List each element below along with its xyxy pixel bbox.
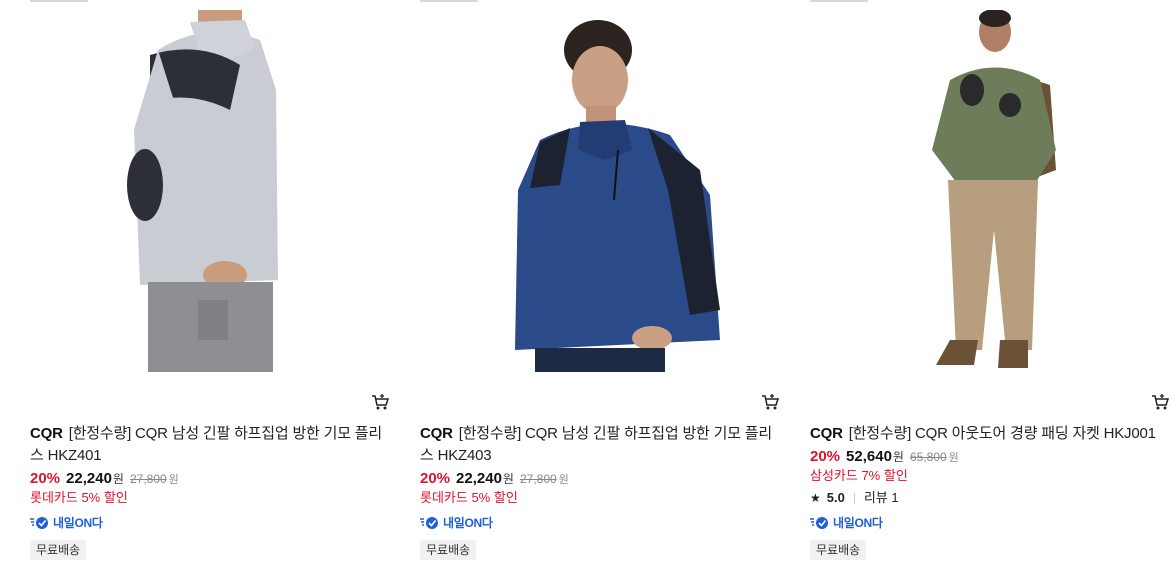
currency-label: 원 bbox=[502, 472, 514, 486]
product-name[interactable]: [한정수량] CQR 아웃도어 경량 패딩 자켓 HKJ001 bbox=[849, 425, 1156, 442]
sale-price: 22,240 bbox=[66, 470, 112, 487]
brand-name[interactable]: CQR bbox=[30, 425, 63, 442]
currency-label: 원 bbox=[892, 450, 904, 464]
original-price: 65,800 bbox=[909, 450, 947, 464]
delivery-tag: 내일ON다 bbox=[30, 514, 103, 531]
free-shipping-badge: 무료배송 bbox=[30, 540, 87, 560]
price-row: 20% 22,240원 27,800 원 bbox=[420, 469, 569, 490]
divider bbox=[810, 0, 868, 2]
product-card[interactable]: CQR [한정수량] CQR 아웃도어 경량 패딩 자켓 HKJ001 20% 52… bbox=[810, 0, 1170, 576]
delivery-tag: 내일ON다 bbox=[810, 514, 883, 531]
delivery-tag: 내일ON다 bbox=[420, 514, 493, 531]
discount-rate: 20% bbox=[810, 448, 841, 465]
free-shipping-badge: 무료배송 bbox=[420, 540, 477, 560]
original-price: 27,800 bbox=[129, 472, 167, 486]
product-image[interactable] bbox=[30, 10, 388, 372]
discount-rate: 20% bbox=[420, 470, 451, 487]
star-icon: ★ bbox=[810, 491, 821, 505]
divider bbox=[853, 492, 855, 504]
card-promo: 롯데카드 5% 할인 bbox=[420, 490, 518, 505]
sale-price: 22,240 bbox=[456, 470, 502, 487]
price-row: 20% 52,640원 65,800 원 bbox=[810, 447, 959, 468]
delivery-label: 내일ON다 bbox=[53, 516, 103, 530]
currency-label: 원 bbox=[948, 452, 959, 464]
fast-delivery-icon bbox=[420, 516, 438, 529]
currency-label: 원 bbox=[558, 474, 569, 486]
original-price: 27,800 bbox=[519, 472, 557, 486]
product-card[interactable]: CQR [한정수량] CQR 남성 긴팔 하프집업 방한 기모 플리스 HKZ40… bbox=[30, 0, 390, 576]
card-promo: 삼성카드 7% 할인 bbox=[810, 468, 908, 483]
add-to-cart-icon[interactable] bbox=[1150, 392, 1170, 412]
product-card[interactable]: CQR [한정수량] CQR 남성 긴팔 하프집업 방한 기모 플리스 HKZ40… bbox=[420, 0, 780, 576]
free-shipping-badge: 무료배송 bbox=[810, 540, 867, 560]
delivery-label: 내일ON다 bbox=[443, 516, 493, 530]
review-count[interactable]: 리뷰 1 bbox=[864, 489, 899, 507]
rating-score: 5.0 bbox=[826, 490, 845, 505]
product-image[interactable] bbox=[420, 10, 778, 372]
sale-price: 52,640 bbox=[846, 448, 892, 465]
product-title[interactable]: CQR [한정수량] CQR 남성 긴팔 하프집업 방한 기모 플리스 HKZ40… bbox=[420, 423, 778, 467]
fast-delivery-icon bbox=[30, 516, 48, 529]
brand-name[interactable]: CQR bbox=[420, 425, 453, 442]
divider bbox=[30, 0, 88, 2]
delivery-label: 내일ON다 bbox=[833, 516, 883, 530]
currency-label: 원 bbox=[168, 474, 179, 486]
product-image[interactable] bbox=[810, 10, 1168, 372]
price-row: 20% 22,240원 27,800 원 bbox=[30, 469, 179, 490]
currency-label: 원 bbox=[112, 472, 124, 486]
fast-delivery-icon bbox=[810, 516, 828, 529]
product-name[interactable]: [한정수량] CQR 남성 긴팔 하프집업 방한 기모 플리스 HKZ401 bbox=[30, 425, 382, 464]
divider bbox=[420, 0, 478, 2]
add-to-cart-icon[interactable] bbox=[370, 392, 390, 412]
product-title[interactable]: CQR [한정수량] CQR 아웃도어 경량 패딩 자켓 HKJ001 bbox=[810, 423, 1168, 445]
product-title[interactable]: CQR [한정수량] CQR 남성 긴팔 하프집업 방한 기모 플리스 HKZ40… bbox=[30, 423, 388, 467]
card-promo: 롯데카드 5% 할인 bbox=[30, 490, 128, 505]
product-name[interactable]: [한정수량] CQR 남성 긴팔 하프집업 방한 기모 플리스 HKZ403 bbox=[420, 425, 772, 464]
discount-rate: 20% bbox=[30, 470, 61, 487]
brand-name[interactable]: CQR bbox=[810, 425, 843, 442]
rating-row[interactable]: ★ 5.0 리뷰 1 bbox=[810, 489, 899, 507]
add-to-cart-icon[interactable] bbox=[760, 392, 780, 412]
